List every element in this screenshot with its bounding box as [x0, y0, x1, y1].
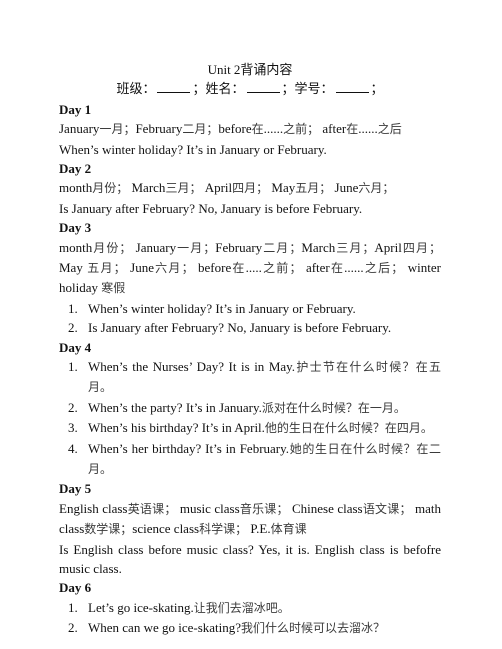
chinese-text: 她的生日在什么时候？在二月。	[88, 441, 441, 477]
student-number-label: ；学号：	[281, 81, 334, 97]
chinese-text: 二月；	[182, 122, 219, 137]
name-blank	[246, 80, 280, 94]
days-container: Day 1 January一月；February二月；before在......之…	[59, 100, 441, 639]
day-section: Day 3 month月份； January一月；February二月；March…	[59, 218, 441, 337]
numbered-list: 1. Let’s go ice-skating.让我们去溜冰吧。 2. When ca…	[59, 598, 441, 639]
list-item: 1. When’s the Nurses’ Day? It is in May.护…	[68, 359, 441, 395]
chinese-text: 六月；	[358, 181, 395, 196]
chinese-text: 数学课；	[84, 522, 133, 537]
chinese-text: 五月；	[295, 181, 332, 196]
day-section: Day 2 month月份； March三月； April四月； May五月； J…	[59, 159, 441, 218]
day-heading: Day 6	[59, 580, 92, 596]
chinese-text: 三月；	[335, 240, 375, 255]
list-item: 1. When’s winter holiday? It’s in January…	[59, 299, 441, 318]
vocab-paragraph: Is English class before music class? Yes…	[59, 541, 441, 577]
chinese-text: 四月；	[232, 181, 269, 196]
day-heading: Day 5	[59, 481, 92, 497]
class-label: 班级：	[116, 81, 156, 97]
chinese-text: 二月；	[262, 240, 302, 255]
chinese-text: 之前；	[283, 122, 320, 137]
day-heading: Day 1	[59, 101, 92, 117]
vocab-paragraph: English class英语课； music class音乐课； Chines…	[59, 500, 441, 537]
document-page: Unit 2背诵内容 班级： ；姓名： ；学号： ； Day 1 January一月；F…	[59, 58, 441, 639]
vocab-paragraph: month月份； January一月；February二月；March三月；Ap…	[59, 239, 441, 296]
day-section: Day 6 1. Let’s go ice-skating.让我们去溜冰吧。 2. Wh…	[59, 578, 441, 638]
chinese-text: 他的生日在什么时候？在四月。	[264, 421, 433, 436]
list-item: 3. When’s his birthday? It’s in April.他的生…	[59, 418, 441, 438]
chinese-text: 体育课	[270, 522, 307, 537]
info-line-end: ；	[370, 81, 384, 97]
chinese-text: 五月；	[87, 260, 126, 275]
chinese-text: 科学课；	[199, 522, 248, 537]
day-section: Day 1 January一月；February二月；before在......之…	[59, 100, 441, 159]
chinese-text: 三月；	[165, 181, 202, 196]
list-item: 4. When’s her birthday? It’s in February.…	[68, 440, 441, 477]
chinese-text: 一月；	[176, 240, 216, 255]
vocab-paragraph: Is January after February? No, January i…	[59, 200, 363, 216]
chinese-text: 让我们去溜冰吧。	[193, 600, 290, 615]
vocab-paragraph: January一月；February二月；before在......之前； af…	[59, 121, 402, 137]
chinese-text: 月份；	[92, 240, 132, 255]
chinese-text: 之前；	[261, 260, 302, 275]
list-item: 2. When’s the party? It’s in January.派对在什…	[59, 398, 441, 418]
chinese-text: 在	[231, 260, 246, 275]
vocab-paragraph: month月份； March三月； April四月； May五月； June六月…	[59, 180, 395, 196]
day-heading: Day 4	[59, 339, 92, 355]
list-number: 1.	[68, 359, 78, 374]
chinese-text: 四月；	[401, 240, 441, 255]
numbered-list: 1. When’s winter holiday? It’s in January…	[59, 299, 441, 338]
vocab-paragraph: When’s winter holiday? It’s in January o…	[59, 141, 327, 157]
day-section: Day 5 English class英语课； music class音乐课； C…	[59, 479, 441, 578]
chinese-text: 在	[346, 122, 359, 137]
list-number: 2.	[68, 620, 78, 636]
list-number: 2.	[68, 320, 78, 336]
day-heading: Day 3	[59, 220, 92, 236]
chinese-text: 寒假	[101, 281, 126, 296]
list-number: 3.	[68, 420, 78, 436]
document-title: Unit 2背诵内容	[207, 62, 293, 77]
chinese-text: 之后	[377, 122, 402, 137]
student-info-line: 班级： ；姓名： ；学号： ；	[59, 79, 441, 98]
chinese-text: 我们什么时候可以去溜冰？	[241, 621, 386, 636]
chinese-text: 之后；	[363, 260, 404, 275]
list-number: 2.	[68, 399, 78, 415]
chinese-text: 语文课；	[362, 501, 412, 516]
student-number-blank	[335, 80, 369, 94]
class-blank	[157, 80, 191, 94]
chinese-text: 护士节在什么时候？在五月。	[88, 360, 441, 395]
list-item: 2. Is January after February? No, January…	[59, 318, 441, 337]
chinese-text: 一月；	[99, 122, 136, 137]
chinese-text: 月份；	[92, 181, 129, 196]
day-section: Day 4 1. When’s the Nurses’ Day? It is in …	[59, 338, 441, 480]
list-number: 4.	[68, 440, 78, 456]
chinese-text: 音乐课；	[239, 501, 289, 516]
list-item: 1. Let’s go ice-skating.让我们去溜冰吧。	[59, 598, 441, 618]
list-item: 2. When can we go ice-skating?我们什么时候可以去溜冰…	[59, 618, 441, 638]
chinese-text: 在	[251, 122, 264, 137]
chinese-text: 派对在什么时候？在一月。	[261, 400, 406, 415]
list-number: 1.	[68, 599, 78, 615]
chinese-text: 六月；	[153, 260, 194, 275]
chinese-text: 英语课；	[127, 501, 177, 516]
day-heading: Day 2	[59, 160, 92, 176]
numbered-list: 1. When’s the Nurses’ Day? It is in May.护…	[59, 357, 441, 479]
chinese-text: 在	[329, 260, 345, 275]
list-number: 1.	[68, 300, 78, 316]
name-label: ；姓名：	[192, 81, 245, 97]
